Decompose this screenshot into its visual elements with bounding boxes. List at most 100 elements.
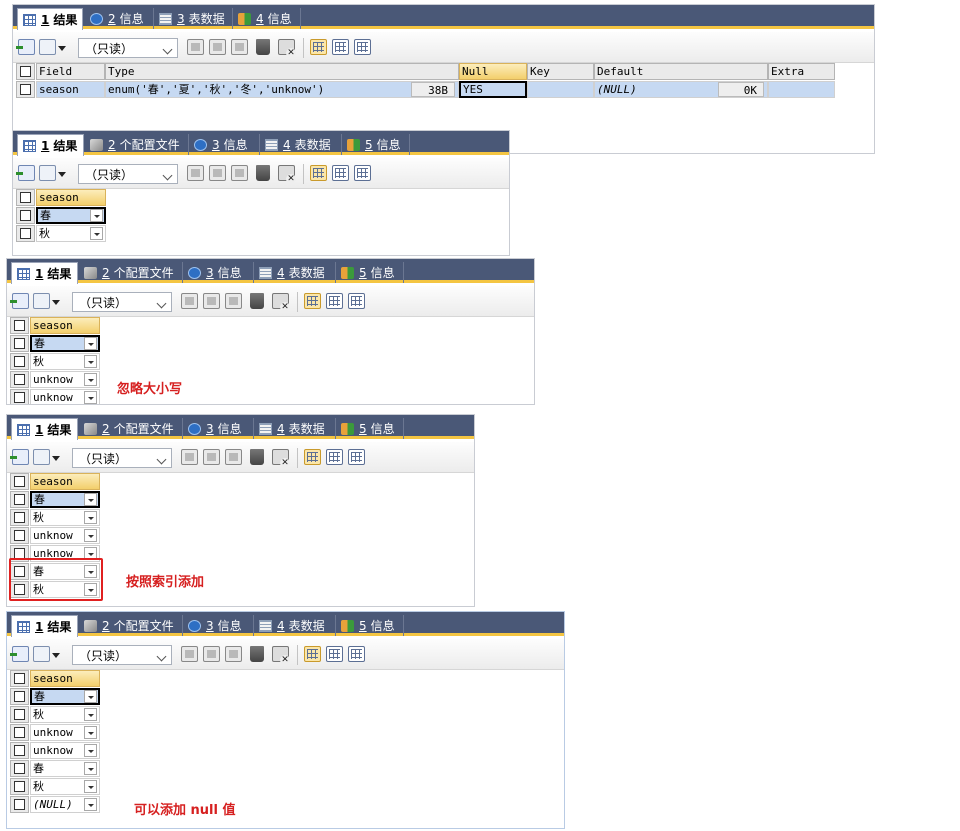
cancel-icon[interactable]: [272, 646, 290, 665]
chevron-down-icon[interactable]: [84, 373, 97, 386]
text-view-icon[interactable]: [354, 39, 371, 55]
tab-messages[interactable]: 5 信息: [336, 418, 404, 439]
chevron-down-icon[interactable]: [90, 209, 103, 222]
tab-info[interactable]: 2 信息: [85, 8, 154, 29]
header-extra[interactable]: Extra: [768, 63, 835, 80]
season-cell[interactable]: 秋: [30, 353, 100, 370]
tab-profiles[interactable]: 2 个配置文件: [79, 615, 183, 636]
header-season[interactable]: season: [30, 317, 100, 334]
row-checkbox[interactable]: [14, 494, 25, 505]
season-cell[interactable]: unknow: [30, 724, 100, 741]
duplicate-row-icon[interactable]: [33, 449, 50, 465]
trash-icon[interactable]: [256, 165, 270, 181]
tab-result[interactable]: 1 结果: [11, 262, 78, 284]
readonly-select[interactable]: （只读）: [72, 448, 172, 468]
select-all-checkbox[interactable]: [14, 320, 25, 331]
chevron-down-icon[interactable]: [84, 798, 97, 811]
row-checkbox[interactable]: [20, 84, 31, 95]
header-season[interactable]: season: [30, 670, 100, 687]
header-default[interactable]: Default: [594, 63, 768, 80]
grid-view-icon[interactable]: [304, 646, 321, 662]
cell-extra[interactable]: [768, 81, 835, 98]
season-cell[interactable]: unknow: [30, 527, 100, 544]
add-row-icon[interactable]: [16, 165, 35, 181]
chevron-down-icon[interactable]: [52, 300, 60, 305]
chevron-down-icon[interactable]: [84, 529, 97, 542]
cancel-icon[interactable]: [272, 449, 290, 468]
season-cell[interactable]: 春: [30, 688, 100, 705]
cell-field[interactable]: season: [36, 81, 105, 98]
chevron-down-icon[interactable]: [84, 511, 97, 524]
copy-icon[interactable]: [209, 165, 226, 181]
season-cell[interactable]: 秋: [30, 509, 100, 526]
tab-info[interactable]: 3 信息: [183, 615, 254, 636]
select-all-checkbox[interactable]: [20, 66, 31, 77]
readonly-select[interactable]: （只读）: [78, 164, 178, 184]
text-view-icon[interactable]: [348, 293, 365, 309]
disk-icon[interactable]: [225, 293, 242, 309]
chevron-down-icon[interactable]: [52, 456, 60, 461]
chevron-down-icon[interactable]: [84, 726, 97, 739]
tab-table-data[interactable]: 4 表数据: [254, 262, 336, 283]
chevron-down-icon[interactable]: [58, 46, 66, 51]
tab-info[interactable]: 3 信息: [183, 262, 254, 283]
disk-icon[interactable]: [225, 449, 242, 465]
chevron-down-icon[interactable]: [58, 172, 66, 177]
row-checkbox[interactable]: [14, 709, 25, 720]
cancel-icon[interactable]: [278, 165, 296, 184]
tab-info[interactable]: 3 信息: [183, 418, 254, 439]
season-cell[interactable]: 秋: [30, 778, 100, 795]
grid-view-icon[interactable]: [304, 449, 321, 465]
text-view-icon[interactable]: [348, 646, 365, 662]
save-icon[interactable]: [187, 165, 204, 181]
disk-icon[interactable]: [225, 646, 242, 662]
chevron-down-icon[interactable]: [84, 355, 97, 368]
copy-icon[interactable]: [203, 293, 220, 309]
cell-null[interactable]: YES: [459, 81, 527, 98]
tab-messages[interactable]: 5 信息: [336, 615, 404, 636]
tab-result[interactable]: 1 结果: [11, 615, 78, 637]
save-icon[interactable]: [181, 293, 198, 309]
save-icon[interactable]: [181, 449, 198, 465]
trash-icon[interactable]: [250, 293, 264, 309]
save-icon[interactable]: [181, 646, 198, 662]
row-checkbox[interactable]: [14, 727, 25, 738]
disk-icon[interactable]: [231, 165, 248, 181]
disk-icon[interactable]: [231, 39, 248, 55]
row-checkbox[interactable]: [14, 530, 25, 541]
duplicate-row-icon[interactable]: [39, 39, 56, 55]
tab-messages[interactable]: 5 信息: [342, 134, 410, 155]
tab-info[interactable]: 3 信息: [189, 134, 260, 155]
tab-table-data[interactable]: 4 表数据: [254, 615, 336, 636]
tab-result[interactable]: 1 结果: [11, 418, 78, 440]
form-view-icon[interactable]: [332, 165, 349, 181]
season-cell[interactable]: unknow: [30, 371, 100, 388]
season-cell[interactable]: 秋: [36, 225, 106, 242]
tab-result[interactable]: 1 结果: [17, 8, 83, 30]
readonly-select[interactable]: （只读）: [72, 292, 172, 312]
cell-default[interactable]: (NULL) 0K: [594, 81, 768, 98]
row-checkbox[interactable]: [14, 799, 25, 810]
copy-icon[interactable]: [203, 646, 220, 662]
row-checkbox[interactable]: [20, 228, 31, 239]
cancel-icon[interactable]: [272, 293, 290, 312]
select-all-checkbox[interactable]: [14, 476, 25, 487]
season-cell[interactable]: unknow: [30, 742, 100, 759]
add-row-icon[interactable]: [10, 293, 29, 309]
duplicate-row-icon[interactable]: [33, 646, 50, 662]
tab-table-data[interactable]: 4 表数据: [254, 418, 336, 439]
row-checkbox[interactable]: [20, 210, 31, 221]
tab-profiles[interactable]: 2 个配置文件: [85, 134, 189, 155]
row-checkbox[interactable]: [14, 745, 25, 756]
tab-result[interactable]: 1 结果: [17, 134, 84, 156]
season-cell[interactable]: 春: [30, 335, 100, 352]
text-view-icon[interactable]: [348, 449, 365, 465]
row-checkbox[interactable]: [14, 512, 25, 523]
season-cell[interactable]: unknow: [30, 389, 100, 404]
header-season[interactable]: season: [30, 473, 100, 490]
trash-icon[interactable]: [250, 449, 264, 465]
duplicate-row-icon[interactable]: [33, 293, 50, 309]
header-key[interactable]: Key: [527, 63, 594, 80]
header-field[interactable]: Field: [36, 63, 105, 80]
row-checkbox[interactable]: [14, 356, 25, 367]
